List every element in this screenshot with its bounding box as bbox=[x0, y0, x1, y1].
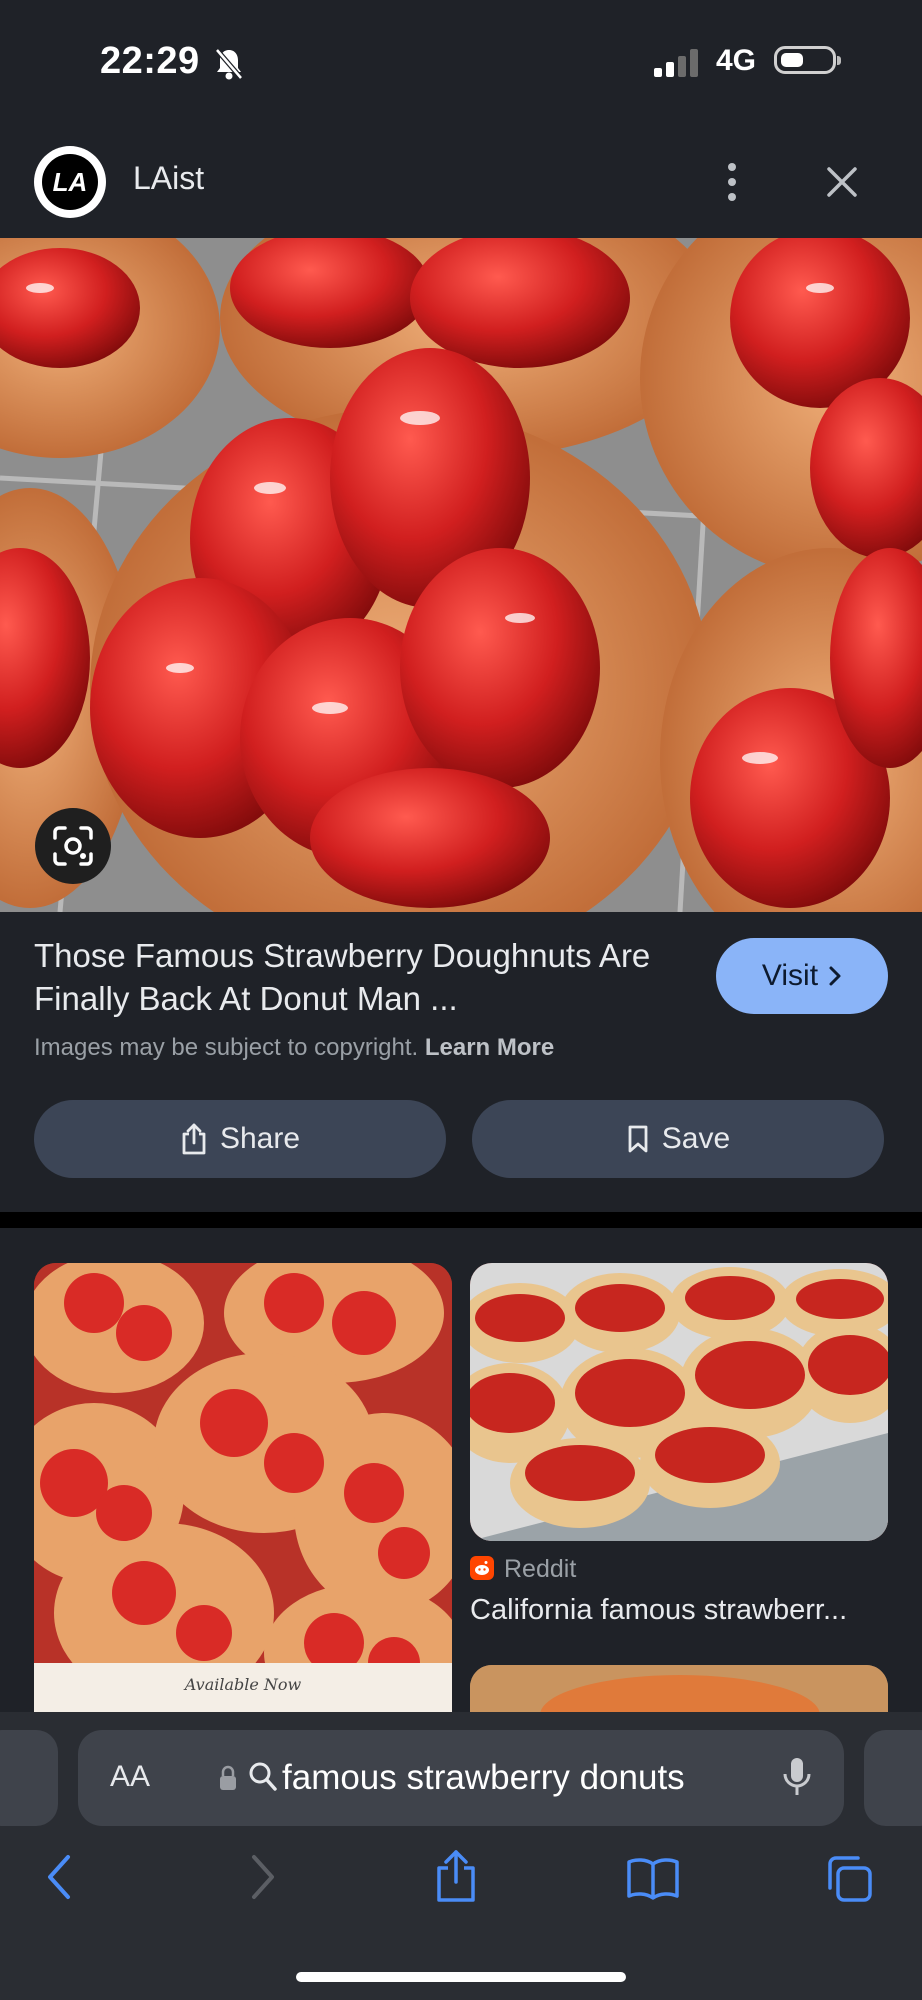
site-logo[interactable]: LA bbox=[34, 146, 106, 218]
bookmark-icon bbox=[628, 1125, 648, 1153]
copyright-text: Images may be subject to copyright. bbox=[34, 1034, 419, 1061]
related-source: Reddit bbox=[504, 1555, 577, 1583]
logo-text: LA bbox=[42, 154, 98, 210]
copyright-notice: Images may be subject to copyright. Lear… bbox=[34, 1034, 554, 1062]
more-options-icon[interactable] bbox=[724, 160, 740, 204]
bell-muted-icon bbox=[215, 48, 243, 80]
forward-icon[interactable] bbox=[248, 1852, 278, 1902]
signal-icon bbox=[654, 49, 698, 77]
learn-more-link[interactable]: Learn More bbox=[425, 1034, 554, 1061]
related-title[interactable]: California famous strawberr... bbox=[470, 1594, 888, 1627]
share-sheet-icon[interactable] bbox=[434, 1848, 478, 1904]
share-icon bbox=[182, 1123, 206, 1155]
related-image-1[interactable]: Available Now bbox=[34, 1263, 452, 1713]
visit-label: Visit bbox=[761, 959, 819, 992]
home-indicator[interactable] bbox=[296, 1972, 626, 1982]
close-icon[interactable] bbox=[822, 162, 862, 202]
bookmarks-icon[interactable] bbox=[626, 1856, 680, 1900]
thumb1-caption: Available Now bbox=[184, 1675, 302, 1694]
save-button[interactable]: Save bbox=[472, 1100, 884, 1178]
microphone-icon[interactable] bbox=[782, 1756, 812, 1798]
page-settings-button[interactable]: AA bbox=[110, 1760, 150, 1794]
search-query[interactable]: famous strawberry donuts bbox=[282, 1758, 685, 1798]
next-tab-preview[interactable] bbox=[864, 1730, 922, 1826]
previous-tab-preview[interactable] bbox=[0, 1730, 58, 1826]
status-time: 22:29 bbox=[100, 40, 200, 82]
network-type: 4G bbox=[716, 44, 757, 77]
result-title[interactable]: Those Famous Strawberry Doughnuts Are Fi… bbox=[34, 934, 684, 1020]
save-label: Save bbox=[661, 1122, 731, 1155]
related-image-2[interactable] bbox=[470, 1263, 888, 1541]
chevron-right-icon bbox=[829, 966, 841, 986]
lens-search-icon[interactable] bbox=[35, 808, 111, 884]
result-image[interactable] bbox=[0, 238, 922, 912]
search-icon bbox=[249, 1762, 277, 1791]
share-label: Share bbox=[219, 1122, 301, 1155]
tabs-icon[interactable] bbox=[824, 1854, 874, 1904]
lock-icon bbox=[220, 1765, 236, 1790]
share-button[interactable]: Share bbox=[34, 1100, 446, 1178]
section-divider bbox=[0, 1212, 922, 1228]
back-icon[interactable] bbox=[44, 1852, 74, 1902]
visit-button[interactable]: Visit bbox=[716, 938, 888, 1014]
battery-icon bbox=[774, 46, 841, 74]
site-name[interactable]: LAist bbox=[133, 160, 204, 197]
reddit-icon bbox=[470, 1556, 494, 1580]
